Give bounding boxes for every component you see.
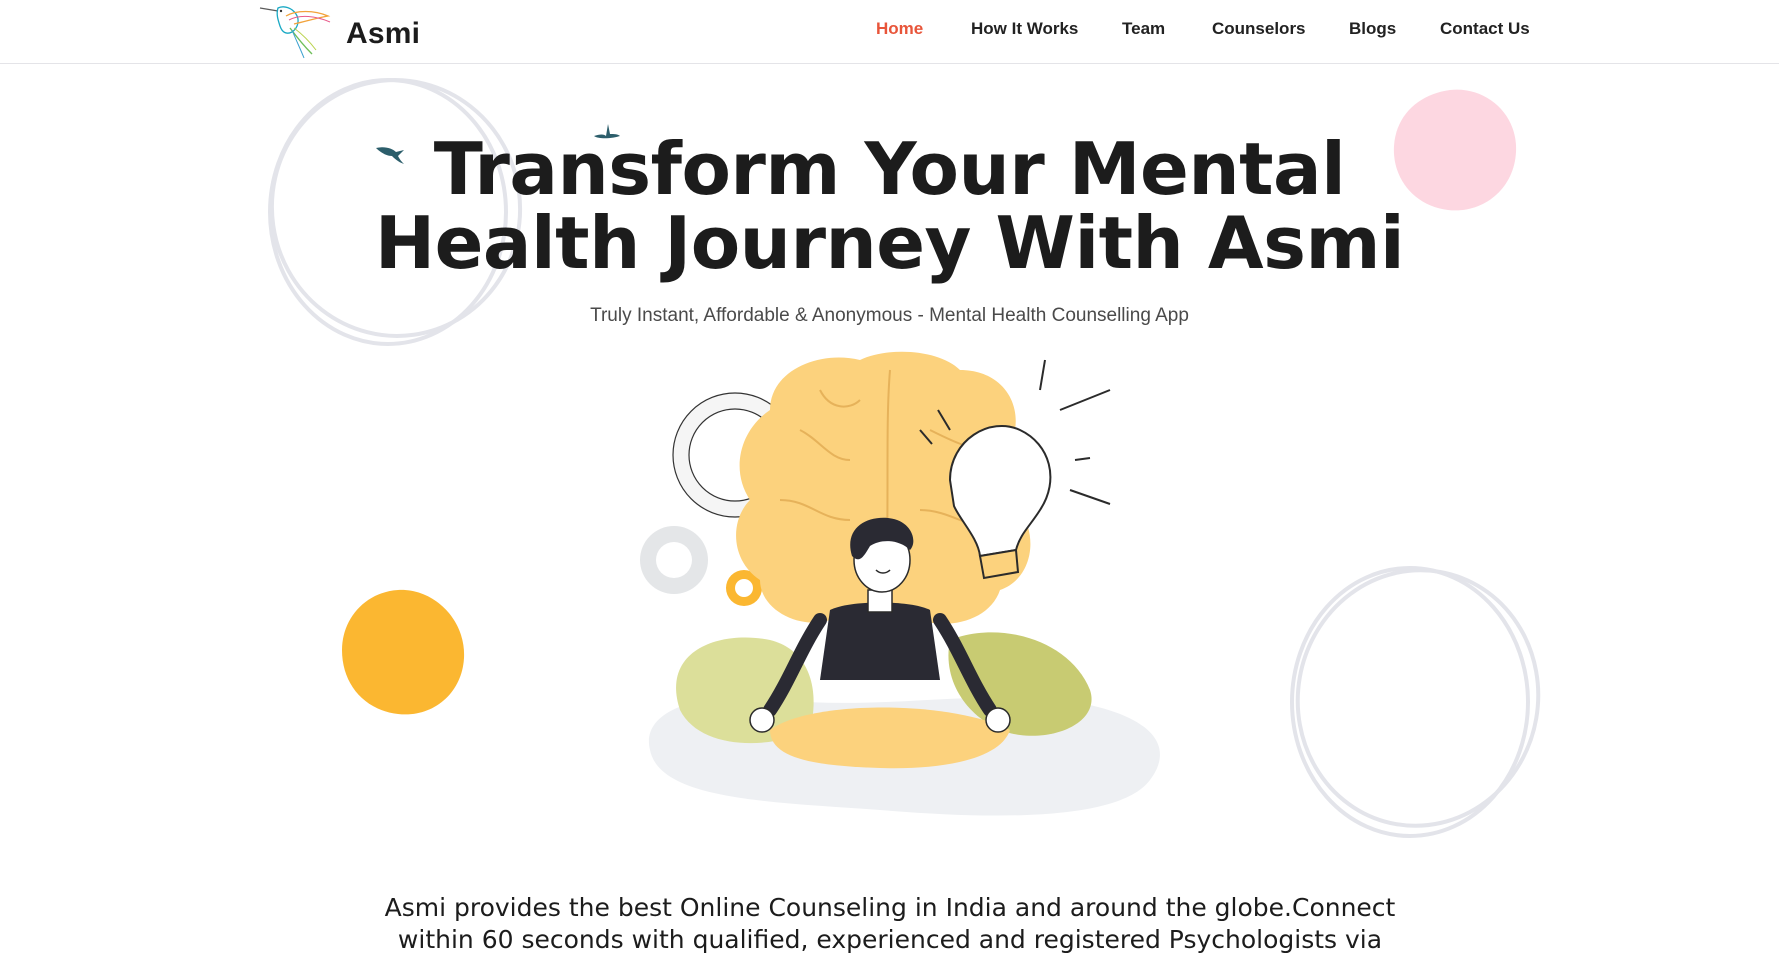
nav-team[interactable]: Team bbox=[1122, 19, 1165, 39]
nav-counselors[interactable]: Counselors bbox=[1212, 19, 1306, 39]
nav-blogs[interactable]: Blogs bbox=[1349, 19, 1396, 39]
site-header: Asmi Home How It Works Team Counselors B… bbox=[0, 0, 1779, 64]
nav-contact-us[interactable]: Contact Us bbox=[1440, 19, 1530, 39]
hero-title-line1: Transform Your Mental bbox=[433, 127, 1346, 211]
nav-how-it-works[interactable]: How It Works bbox=[971, 19, 1078, 39]
hero-subtitle: Truly Instant, Affordable & Anonymous - … bbox=[590, 305, 1189, 326]
yellow-blob bbox=[342, 589, 465, 715]
hero-title-line2: Health Journey With Asmi bbox=[374, 201, 1405, 285]
nav-home[interactable]: Home bbox=[876, 19, 923, 39]
hero-description: Asmi provides the best Online Counseling… bbox=[384, 893, 1396, 954]
scribble-circle-right bbox=[1290, 566, 1541, 838]
main-nav: Home How It Works Team Counselors Blogs … bbox=[0, 19, 1779, 45]
meditating-person-brain-illustration bbox=[640, 351, 1160, 816]
hero-title: Transform Your Mental Health Journey Wit… bbox=[0, 132, 1779, 280]
